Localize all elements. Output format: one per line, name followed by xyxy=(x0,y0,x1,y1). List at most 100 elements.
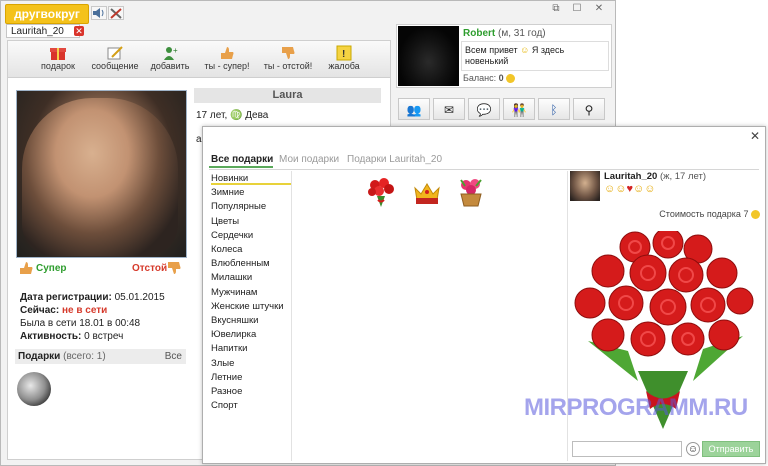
category-item[interactable]: Спорт xyxy=(211,400,238,411)
gift-icon xyxy=(49,45,67,61)
tab-all-gifts[interactable]: Все подарки xyxy=(211,154,273,165)
sound-icon[interactable] xyxy=(91,6,107,20)
category-item[interactable]: Зимние xyxy=(211,187,244,198)
thumbs-down-icon[interactable] xyxy=(166,261,182,278)
gift-price: Стоимость подарка 7 xyxy=(659,209,760,220)
main-nav-tabs: 👥 ✉ 💬 👫 ᛒ ⚲ xyxy=(396,98,612,122)
current-user-card: Robert (м, 31 год) Всем привет ☺ Я здесь… xyxy=(396,24,612,88)
active-tab-underline xyxy=(209,166,273,168)
bluetooth-icon: ᛒ xyxy=(550,103,558,117)
message-icon xyxy=(106,45,124,61)
search-icon: ⚲ xyxy=(584,103,594,117)
close-icon[interactable]: ✕ xyxy=(749,130,761,142)
tab-chats[interactable]: 💬 xyxy=(468,98,500,120)
svg-text:+: + xyxy=(173,46,178,55)
category-item[interactable]: Цветы xyxy=(211,216,239,227)
category-item[interactable]: Летние xyxy=(211,372,242,383)
user-avatar[interactable] xyxy=(398,26,459,86)
last-seen-line: Была в сети 18.01 в 00:48 xyxy=(20,318,141,329)
category-item[interactable]: Новинки xyxy=(211,173,248,184)
profile-photo-face xyxy=(22,98,178,256)
watermark: MIRPROGRAMM.RU xyxy=(524,394,748,421)
gift-button[interactable]: подарок xyxy=(36,45,80,77)
recipient-name: Lauritah_20 xyxy=(604,171,658,182)
category-item[interactable]: Колеса xyxy=(211,244,242,255)
category-item[interactable]: Влюбленным xyxy=(211,258,270,269)
vote-super-label[interactable]: Супер xyxy=(36,263,67,274)
user-status[interactable]: Всем привет ☺ Я здесь новенький xyxy=(461,41,609,71)
gift-rose-bouquet[interactable] xyxy=(365,176,397,208)
activity-line: Активность: 0 встреч xyxy=(20,331,124,342)
emoticon-row: ☺☺♥☺☺ xyxy=(604,183,655,195)
svg-text:!: ! xyxy=(342,49,345,60)
tab-my-gifts[interactable]: Мои подарки xyxy=(279,154,339,165)
tab-close-icon[interactable]: ✕ xyxy=(74,26,84,36)
category-item[interactable]: Вкусняшки xyxy=(211,315,258,326)
restore-button[interactable]: ⧉ xyxy=(548,2,564,16)
category-item[interactable]: Популярные xyxy=(211,201,266,212)
app-logo[interactable]: другвокруг xyxy=(5,4,89,24)
close-window-button[interactable]: ✕ xyxy=(591,2,607,16)
category-item[interactable]: Женские штучки xyxy=(211,301,284,312)
add-user-icon: + xyxy=(161,45,179,61)
age-zodiac: 17 лет, ♍ Дева xyxy=(196,110,269,121)
tab-label: Lauritah_20 xyxy=(11,26,64,37)
smiley-icon: ☺ xyxy=(633,183,645,195)
gift-crown[interactable] xyxy=(411,176,443,208)
coin-icon xyxy=(506,74,516,84)
registration-line: Дата регистрации: 05.01.2015 xyxy=(20,292,165,303)
emoji-picker-icon[interactable]: ☺ xyxy=(686,442,700,456)
virgo-icon: ♍ xyxy=(230,110,243,121)
thumbs-down-icon xyxy=(279,45,297,61)
thumbs-up-icon xyxy=(218,45,236,61)
tab-bluetooth[interactable]: ᛒ xyxy=(538,98,570,120)
category-item[interactable]: Сердечки xyxy=(211,230,253,241)
smiley-icon: ☺ xyxy=(604,183,616,195)
gifts-header: Подарки (всего: 1) Все xyxy=(15,349,186,364)
tab-search[interactable]: ⚲ xyxy=(573,98,605,120)
tab-people[interactable]: 👥 xyxy=(398,98,430,120)
category-item[interactable]: Мужчинам xyxy=(211,287,257,298)
balance-line: Баланс: 0 xyxy=(463,73,516,84)
complain-button[interactable]: ! жалоба xyxy=(324,45,364,77)
maximize-button[interactable]: ☐ xyxy=(569,2,585,16)
smiley-icon: ☺ xyxy=(520,45,530,55)
chat-icon: 💬 xyxy=(476,103,492,117)
warning-icon: ! xyxy=(335,45,353,61)
divider xyxy=(209,169,759,170)
profile-toolbar: подарок сообщение + добавить ты - супер!… xyxy=(8,41,390,78)
coin-icon xyxy=(751,210,760,220)
recipient-name-line: Lauritah_20 (ж, 17 лет) xyxy=(604,171,706,182)
category-item[interactable]: Напитки xyxy=(211,343,247,354)
friends-icon: 👫 xyxy=(511,103,527,117)
vote-bar: Супер Отстой xyxy=(16,259,185,277)
tab-friends[interactable]: 👫 xyxy=(503,98,535,120)
tab-messages[interactable]: ✉ xyxy=(433,98,465,120)
category-item[interactable]: Ювелирка xyxy=(211,329,256,340)
user-name[interactable]: Robert xyxy=(463,28,495,39)
all-gifts-link[interactable]: Все xyxy=(165,349,182,364)
message-button[interactable]: сообщение xyxy=(88,45,142,77)
envelope-icon: ✉ xyxy=(443,103,455,117)
add-friend-button[interactable]: + добавить xyxy=(148,45,192,77)
vote-bad-label[interactable]: Отстой xyxy=(132,263,167,274)
recipient-avatar[interactable] xyxy=(570,171,600,201)
bad-button[interactable]: ты - отстой! xyxy=(260,45,316,77)
profile-name: Laura xyxy=(194,88,381,103)
category-item[interactable]: Милашки xyxy=(211,272,252,283)
user-name-line: Robert (м, 31 год) xyxy=(463,28,546,39)
gift-message-input[interactable] xyxy=(572,441,682,457)
category-item[interactable]: Разное xyxy=(211,386,242,397)
thumbs-up-icon[interactable] xyxy=(18,261,34,278)
tools-icon[interactable] xyxy=(108,6,124,20)
category-item[interactable]: Злые xyxy=(211,358,234,369)
tab-user-gifts[interactable]: Подарки Lauritah_20 xyxy=(347,154,442,165)
received-gift-husky[interactable] xyxy=(17,372,51,406)
online-status-line: Сейчас: не в сети xyxy=(20,305,108,316)
people-icon: 👥 xyxy=(406,103,422,117)
smiley-icon: ☺ xyxy=(615,183,627,195)
profile-tab[interactable]: Lauritah_20 ✕ xyxy=(6,24,84,38)
gift-flower-basket[interactable] xyxy=(455,176,487,208)
cool-button[interactable]: ты - супер! xyxy=(200,45,254,77)
send-gift-button[interactable]: Отправить xyxy=(702,441,760,457)
